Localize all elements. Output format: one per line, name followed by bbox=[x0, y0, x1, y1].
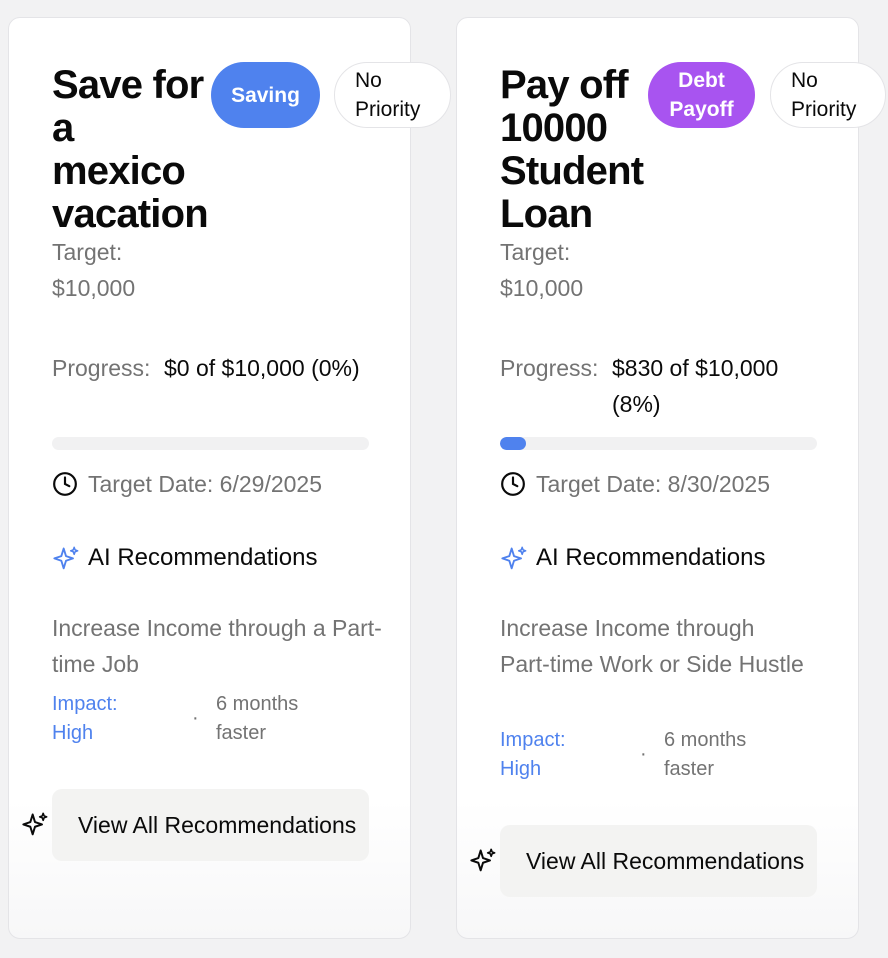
time-saved: 6 months faster bbox=[216, 693, 299, 744]
priority-badge: No Priority bbox=[334, 62, 451, 128]
view-all-label[interactable]: View All Recommendations bbox=[526, 846, 804, 876]
target-label: Target: bbox=[500, 239, 571, 265]
goal-type-badge: Saving bbox=[211, 62, 320, 128]
sparkles-icon bbox=[501, 546, 527, 570]
sparkles-icon bbox=[470, 848, 496, 872]
separator-dot: · bbox=[640, 743, 647, 765]
target-label: Target: bbox=[52, 239, 123, 265]
progress-bar bbox=[500, 437, 817, 450]
progress-value: $0 of $10,000 (0%) bbox=[164, 355, 360, 381]
sparkles-icon bbox=[22, 812, 48, 836]
progress-bar bbox=[52, 437, 369, 450]
time-saved: 6 months faster bbox=[664, 729, 747, 780]
goal-card: Pay off 10000 Student Loan Debt Payoff N… bbox=[456, 17, 886, 939]
progress-value: $830 of $10,000 (8%) bbox=[612, 355, 779, 417]
clock-icon bbox=[53, 472, 77, 496]
clock-icon bbox=[501, 472, 525, 496]
priority-badge: No Priority bbox=[770, 62, 886, 128]
goal-card: Save for a mexico vacation Saving No Pri… bbox=[8, 17, 451, 939]
target-date: Target Date: 8/30/2025 bbox=[536, 471, 770, 497]
goal-title: Pay off 10000 Student Loan bbox=[500, 63, 644, 236]
progress-label: Progress: bbox=[52, 355, 151, 381]
ai-recommendations-title: AI Recommendations bbox=[88, 544, 318, 571]
goal-type-badge: Debt Payoff bbox=[648, 62, 755, 128]
progress-bar-fill bbox=[500, 437, 527, 450]
recommendation-text: Increase Income through a Part-time Job bbox=[52, 615, 382, 677]
goal-title: Save for a mexico vacation bbox=[52, 63, 209, 236]
impact-label: Impact: High bbox=[52, 693, 118, 744]
target-value: $10,000 bbox=[52, 275, 136, 301]
recommendation-text: Increase Income through Part-time Work o… bbox=[500, 615, 804, 677]
progress-label: Progress: bbox=[500, 355, 599, 381]
impact-label: Impact: High bbox=[500, 729, 566, 780]
separator-dot: · bbox=[192, 707, 199, 729]
target-value: $10,000 bbox=[500, 275, 584, 301]
target-date: Target Date: 6/29/2025 bbox=[88, 471, 322, 497]
ai-recommendations-title: AI Recommendations bbox=[536, 544, 766, 571]
sparkles-icon bbox=[53, 546, 79, 570]
view-all-label[interactable]: View All Recommendations bbox=[78, 810, 356, 840]
